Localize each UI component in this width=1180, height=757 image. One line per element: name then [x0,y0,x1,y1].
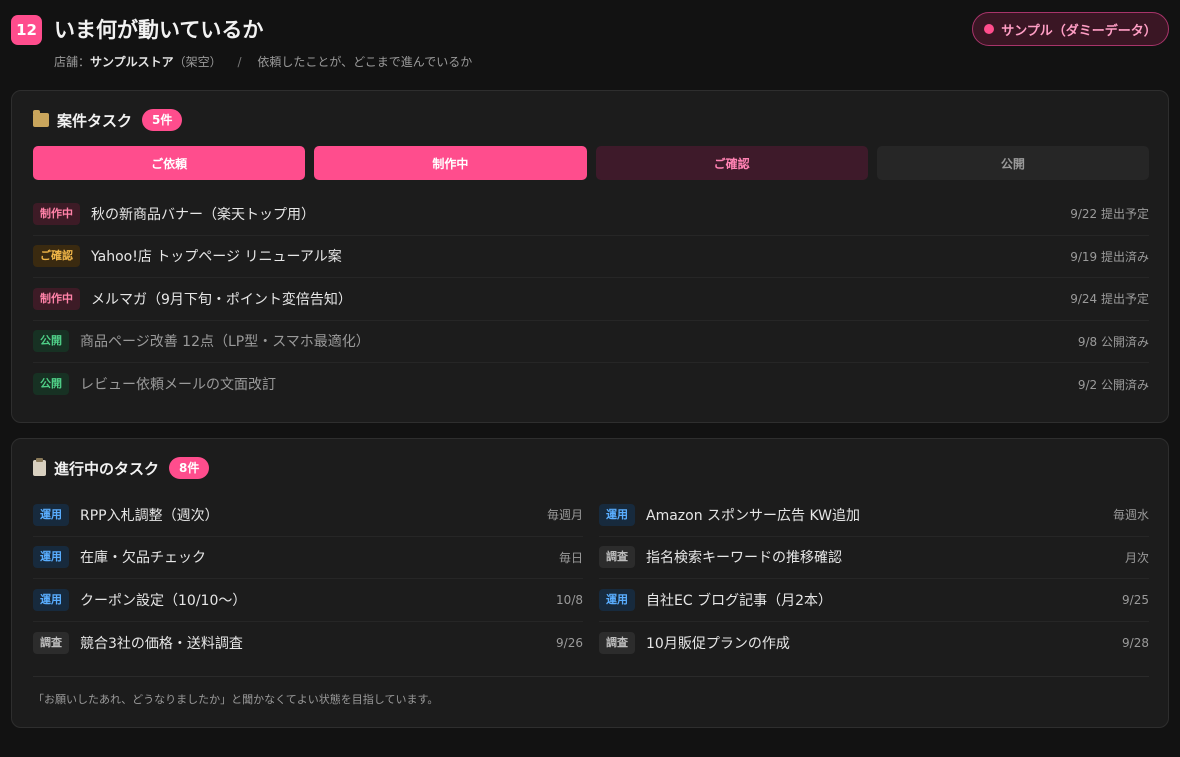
task-schedule: 9/25 [1122,592,1149,607]
task-name: レビュー依頼メールの文面改訂 [80,377,276,394]
task-schedule: 9/26 [556,635,583,650]
stage-review[interactable]: ご確認 [595,146,868,180]
task-name: 指名検索キーワードの推移確認 [646,550,842,567]
list-item[interactable]: 制作中 秋の新商品バナー（楽天トップ用） 9/22 提出予定 [33,193,1149,236]
page-description: 依頼したことが、どこまで進んでいるか [257,55,473,69]
task-name: Yahoo!店 トップページ リニューアル案 [91,249,342,266]
list-item[interactable]: 調査 10月販促プランの作成 9/28 [599,622,1149,665]
list-item[interactable]: 運用 クーポン設定（10/10〜） 10/8 [33,579,583,622]
task-schedule: 毎日 [558,550,583,565]
stage-production[interactable]: 制作中 [314,146,587,180]
project-tasks-card: 案件タスク 5件 ご依頼 制作中 ご確認 公開 制作中 秋の新商品バナー（楽天ト… [11,90,1169,423]
status-badge: 公開 [33,330,69,353]
task-date: 9/24 提出予定 [1070,292,1149,307]
list-item[interactable]: 公開 商品ページ改善 12点（LP型・スマホ最適化） 9/8 公開済み [33,321,1149,363]
project-tasks-count: 5件 [142,109,183,131]
list-item[interactable]: 制作中 メルマガ（9月下旬・ポイント変倍告知） 9/24 提出予定 [33,278,1149,321]
stage-request[interactable]: ご依頼 [33,146,306,180]
status-badge: 公開 [33,373,69,396]
ongoing-tasks-header: 進行中のタスク 8件 [33,457,210,479]
task-date: 9/2 公開済み [1077,377,1149,392]
stage-publish[interactable]: 公開 [876,146,1149,180]
store-name: サンプルストア [90,55,174,69]
footer-note: 「お願いしたあれ、どうなりましたか」と聞かなくてよい状態を目指しています。 [33,676,1149,707]
stage-progress: ご依頼 制作中 ご確認 公開 [33,146,1149,180]
status-badge: 制作中 [33,287,80,310]
task-name: Amazon スポンサー広告 KW追加 [646,507,861,524]
task-name: RPP入札調整（週次） [80,507,219,524]
page-header: 12 いま何が動いているか 店舗：サンプルストア（架空） / 依頼したことが、ど… [11,12,1169,72]
status-badge: 運用 [33,588,69,611]
status-badge: 調査 [599,631,635,654]
status-badge: 運用 [33,546,69,569]
clipboard-icon [33,458,46,476]
page-subtitle: 店舗：サンプルストア（架空） / 依頼したことが、どこまで進んでいるか [54,54,472,70]
task-schedule: 10/8 [556,592,583,607]
task-schedule: 毎週水 [1112,508,1149,523]
task-date: 9/22 提出予定 [1070,207,1149,222]
project-tasks-title: 案件タスク [57,111,133,130]
task-name: 商品ページ改善 12点（LP型・スマホ最適化） [80,334,370,351]
task-name: メルマガ（9月下旬・ポイント変倍告知） [91,291,352,308]
list-item[interactable]: 調査 指名検索キーワードの推移確認 月次 [599,537,1149,579]
list-item[interactable]: 運用 Amazon スポンサー広告 KW追加 毎週水 [599,494,1149,537]
task-name: 競合3社の価格・送料調査 [80,635,243,652]
ongoing-tasks-title: 進行中のタスク [54,459,160,478]
status-badge: 運用 [33,503,69,526]
folder-icon [33,110,49,127]
task-name: 10月販促プランの作成 [646,635,790,652]
ongoing-tasks-card: 進行中のタスク 8件 運用 RPP入札調整（週次） 毎週月 運用 Amazon … [11,438,1169,728]
list-item[interactable]: 運用 自社EC ブログ記事（月2本） 9/25 [599,579,1149,622]
subtitle-separator: / [237,55,242,69]
task-schedule: 9/28 [1122,635,1149,650]
task-name: 秋の新商品バナー（楽天トップ用） [91,206,315,223]
task-schedule: 月次 [1124,550,1149,565]
list-item[interactable]: 運用 在庫・欠品チェック 毎日 [33,537,583,579]
task-date: 9/8 公開済み [1077,334,1149,349]
page-title: いま何が動いているか [54,18,264,42]
status-badge: 制作中 [33,202,80,225]
task-name: 在庫・欠品チェック [80,550,206,567]
ongoing-tasks-count: 8件 [169,457,210,479]
status-badge: 調査 [599,546,635,569]
store-note: （架空） [173,55,222,69]
list-item[interactable]: 運用 RPP入札調整（週次） 毎週月 [33,494,583,537]
project-tasks-header: 案件タスク 5件 [33,109,183,131]
status-badge: 運用 [599,588,635,611]
list-item[interactable]: ご確認 Yahoo!店 トップページ リニューアル案 9/19 提出済み [33,236,1149,278]
status-badge: ご確認 [33,245,80,268]
section-number-badge: 12 [11,15,42,45]
ongoing-task-grid: 運用 RPP入札調整（週次） 毎週月 運用 Amazon スポンサー広告 KW追… [33,494,1149,664]
store-label: 店舗： [54,55,91,69]
status-badge: 運用 [599,503,635,526]
sample-dot-icon [984,24,995,34]
task-date: 9/19 提出済み [1070,249,1149,264]
list-item[interactable]: 調査 競合3社の価格・送料調査 9/26 [33,622,583,665]
task-schedule: 毎週月 [546,508,583,523]
project-task-list: 制作中 秋の新商品バナー（楽天トップ用） 9/22 提出予定 ご確認 Yahoo… [33,193,1149,406]
sample-data-badge[interactable]: サンプル（ダミーデータ） [972,12,1169,46]
task-name: クーポン設定（10/10〜） [80,592,247,609]
task-name: 自社EC ブログ記事（月2本） [646,592,832,609]
status-badge: 調査 [33,631,69,654]
list-item[interactable]: 公開 レビュー依頼メールの文面改訂 9/2 公開済み [33,363,1149,406]
sample-data-label: サンプル（ダミーデータ） [1001,23,1157,39]
